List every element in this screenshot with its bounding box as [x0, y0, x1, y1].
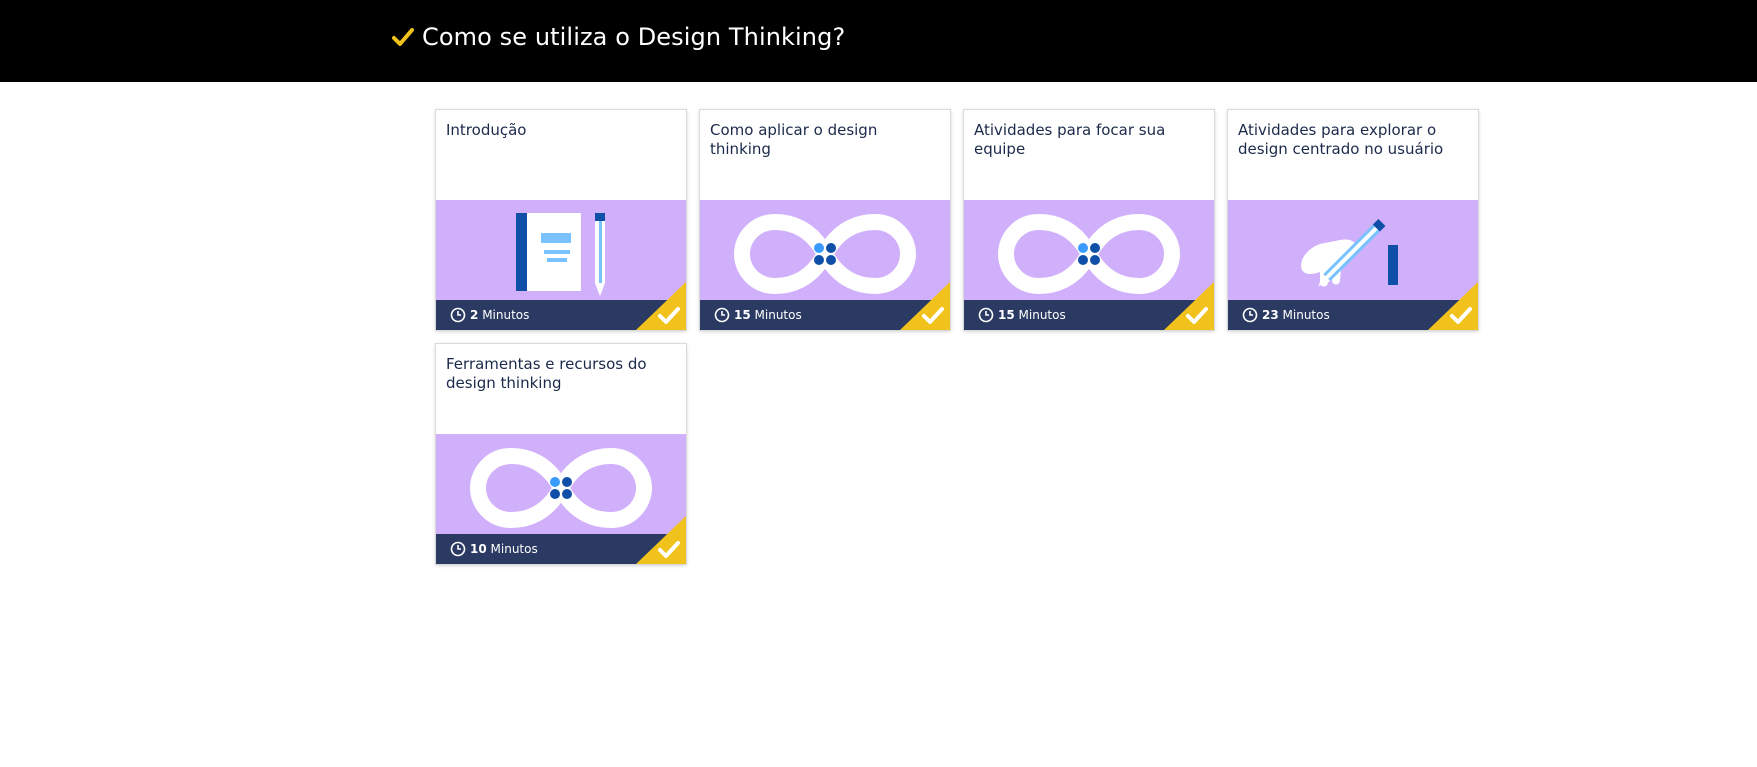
card-duration: 23 Minutos — [1262, 307, 1330, 323]
completed-check-icon — [1428, 282, 1478, 330]
completed-check-icon — [636, 516, 686, 564]
page-title: Como se utiliza o Design Thinking? — [392, 20, 845, 54]
duration-value: 15 — [734, 308, 751, 322]
card-title: Ferramentas e recursos do design thinkin… — [446, 355, 647, 392]
course-card-ferramentas-recursos[interactable]: Ferramentas e recursos do design thinkin… — [436, 344, 686, 564]
page-title-text: Como se utiliza o Design Thinking? — [422, 23, 846, 51]
clock-icon — [1242, 307, 1258, 323]
completed-check-icon — [1164, 282, 1214, 330]
clock-icon — [450, 307, 466, 323]
duration-value: 2 — [470, 308, 479, 322]
duration-value: 23 — [1262, 308, 1279, 322]
completed-check-icon — [636, 282, 686, 330]
clock-icon — [714, 307, 730, 323]
course-card-focar-equipe[interactable]: Atividades para focar sua equipe 15 Minu… — [964, 110, 1214, 330]
duration-unit: Minutos — [482, 308, 530, 322]
completed-check-icon — [900, 282, 950, 330]
duration-value: 10 — [470, 542, 487, 556]
duration-unit: Minutos — [490, 542, 538, 556]
course-card-como-aplicar[interactable]: Como aplicar o design thinking 15 Minuto… — [700, 110, 950, 330]
duration-unit: Minutos — [1018, 308, 1066, 322]
card-title: Atividades para explorar o design centra… — [1238, 121, 1444, 158]
course-card-introducao[interactable]: Introdução 2 Minutos — [436, 110, 686, 330]
course-card-design-centrado-usuario[interactable]: Atividades para explorar o design centra… — [1228, 110, 1478, 330]
card-duration: 2 Minutos — [470, 307, 529, 323]
top-header-bar: Como se utiliza o Design Thinking? — [0, 0, 1757, 82]
duration-value: 15 — [998, 308, 1015, 322]
card-duration: 15 Minutos — [734, 307, 802, 323]
duration-unit: Minutos — [754, 308, 802, 322]
card-title: Introdução — [446, 121, 527, 139]
card-title: Atividades para focar sua equipe — [974, 121, 1166, 158]
card-duration: 10 Minutos — [470, 541, 538, 557]
card-duration: 15 Minutos — [998, 307, 1066, 323]
clock-icon — [978, 307, 994, 323]
duration-unit: Minutos — [1282, 308, 1330, 322]
card-title: Como aplicar o design thinking — [710, 121, 878, 158]
check-icon — [392, 28, 414, 46]
clock-icon — [450, 541, 466, 557]
